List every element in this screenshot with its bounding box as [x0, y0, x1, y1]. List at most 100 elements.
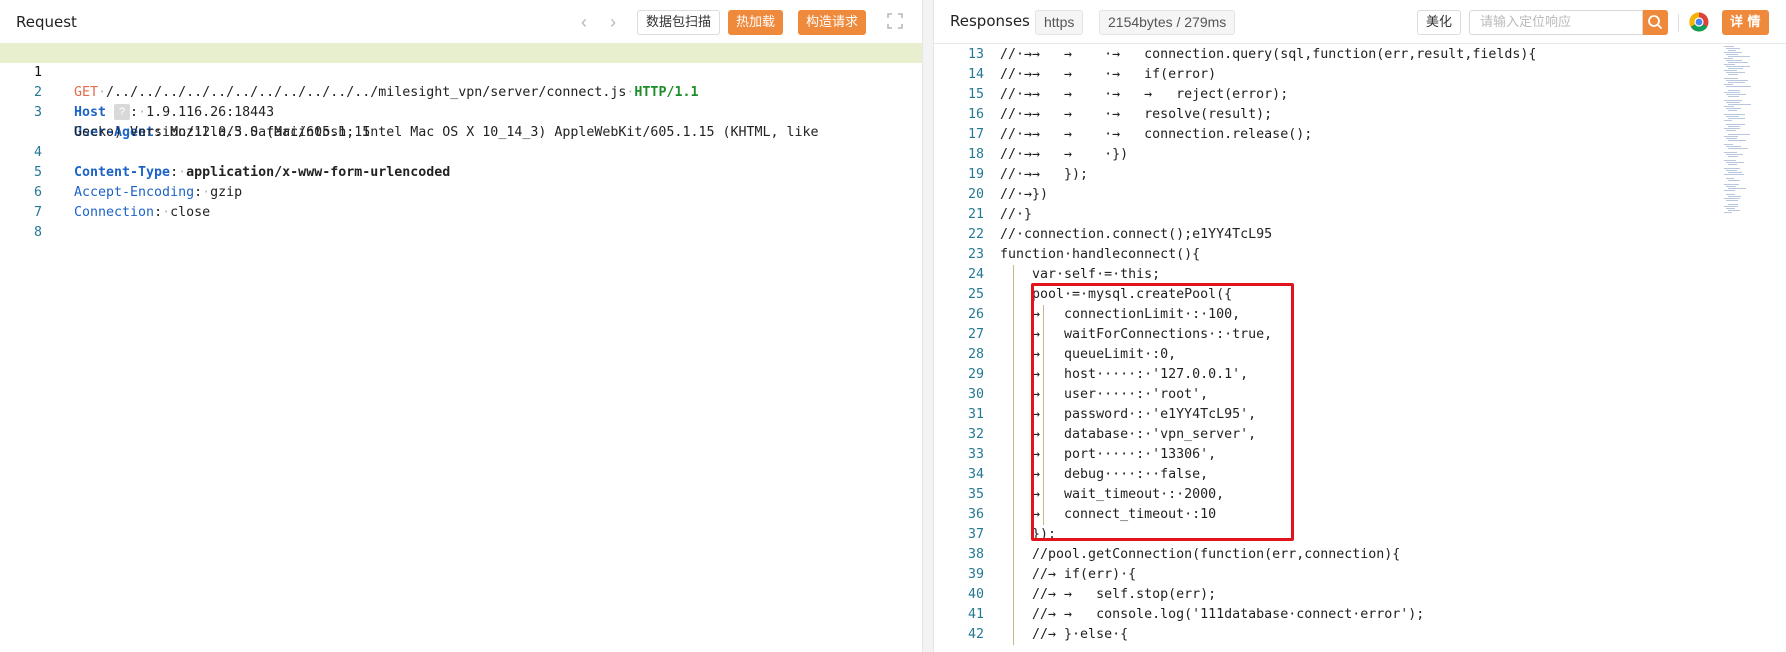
response-editor[interactable]: 13 //·→→ → ·→ connection.query(sql,functi… [934, 45, 1786, 645]
code-text: //·} [1000, 207, 1033, 222]
code-line: 35 → wait_timeout·:·2000, [934, 485, 1786, 505]
code-line: 26 → connectionLimit·:·100, [934, 305, 1786, 325]
line-number: 42 [967, 627, 984, 642]
code-line: 29 → host·····:·'127.0.0.1', [934, 365, 1786, 385]
minimap-line [1726, 138, 1737, 139]
code-text: //·→→ → ·→ → reject(error); [1000, 87, 1289, 102]
minimap-line [1728, 110, 1737, 111]
line-number: 13 [967, 47, 984, 62]
code-line: 30 → user·····:·'root', [934, 385, 1786, 405]
code-line: 33 → port·····:·'13306', [934, 445, 1786, 465]
header-line-accept-encoding: 5 Accept-Encoding:·gzip [0, 143, 922, 200]
line-number: 26 [967, 307, 984, 322]
code-text: //·→}) [1000, 187, 1049, 202]
minimap-line [1724, 58, 1733, 59]
code-line: 32 → database·:·'vpn_server', [934, 425, 1786, 445]
expand-icon[interactable] [886, 12, 904, 30]
code-line: 20 //·→}) [934, 185, 1786, 205]
minimap-line [1724, 78, 1738, 79]
code-text: //→ → console.log('111database·connect·e… [1000, 607, 1425, 622]
response-title: Responses [950, 12, 1030, 30]
code-text: pool·=·mysql.createPool({ [1000, 287, 1233, 302]
code-text: //·connection.connect();e1YY4TcL95 [1000, 227, 1273, 242]
line-number: 34 [967, 467, 984, 482]
minimap-line [1728, 172, 1742, 173]
chrome-icon[interactable] [1689, 12, 1709, 32]
minimap-line [1726, 54, 1738, 55]
line-number: 21 [967, 207, 984, 222]
code-text: → host·····:·'127.0.0.1', [1000, 367, 1249, 382]
line-number: 31 [967, 407, 984, 422]
code-text: → connectionLimit·:·100, [1000, 307, 1241, 322]
code-line: 34 → debug····:··false, [934, 465, 1786, 485]
search-icon[interactable] [1643, 10, 1668, 35]
code-line: 22 //·connection.connect();e1YY4TcL95 [934, 225, 1786, 245]
minimap-line [1728, 96, 1739, 97]
code-text: → user·····:·'root', [1000, 387, 1209, 402]
minimap-line [1726, 86, 1751, 87]
line-number: 24 [967, 267, 984, 282]
minimap-line [1724, 184, 1739, 185]
code-text: //·→→ }); [1000, 167, 1089, 182]
panel-splitter[interactable] [922, 0, 934, 652]
minimap-line [1726, 48, 1740, 49]
minimap-line [1728, 180, 1740, 181]
minimap-line [1726, 154, 1743, 155]
code-text: //·→→ → ·}) [1000, 147, 1129, 162]
details-button[interactable]: 详 情 [1722, 10, 1769, 35]
header-line-content-type: 4 Content-Type:·application/x-www-form-u… [0, 123, 922, 180]
request-editor[interactable]: 1 GET·/../../../../../../../../../../../… [0, 43, 922, 240]
minimap-line [1728, 50, 1736, 51]
code-line: 14 //·→→ → ·→ if(error) [934, 65, 1786, 85]
minimap-line [1728, 204, 1738, 205]
packet-scan-button[interactable]: 数据包扫描 [637, 10, 721, 35]
minimap-line [1724, 160, 1736, 161]
minimap-line [1724, 128, 1740, 129]
minimap-line [1724, 106, 1734, 107]
line-number: 22 [967, 227, 984, 242]
minimap-line [1728, 156, 1738, 157]
minimap-line [1724, 120, 1732, 121]
code-minimap[interactable] [1720, 44, 1786, 652]
minimap-line [1726, 80, 1748, 81]
minimap-line [1724, 144, 1733, 145]
divider [1678, 14, 1679, 32]
size-time-badge: 2154bytes / 279ms [1099, 10, 1236, 35]
code-line: 23 function·handleconnect(){ [934, 245, 1786, 265]
minimap-line [1728, 82, 1745, 83]
line-number: 28 [967, 347, 984, 362]
next-arrow-icon[interactable]: › [603, 10, 623, 34]
code-text: → password·:·'e1YY4TcL95', [1000, 407, 1257, 422]
line-number: 39 [967, 567, 984, 582]
header-line-host: 2 Host ?:·1.9.116.26:18443 [0, 63, 922, 120]
code-text: var·self·=·this; [1000, 267, 1161, 282]
minimap-line [1724, 52, 1742, 53]
search-input[interactable] [1469, 10, 1643, 35]
code-text: → connect_timeout·:10 [1000, 507, 1217, 522]
minimap-line [1728, 210, 1740, 211]
code-text: //·→→ → ·→ if(error) [1000, 67, 1217, 82]
code-line: 37 }); [934, 525, 1786, 545]
prev-arrow-icon[interactable]: ‹ [574, 10, 594, 34]
request-toolbar: Request ‹ › 数据包扫描 热加载 构造请求 [0, 0, 922, 44]
minimap-line [1724, 198, 1740, 199]
minimap-line [1724, 152, 1737, 153]
minimap-line [1724, 136, 1738, 137]
minimap-line [1728, 56, 1750, 57]
minimap-line [1724, 168, 1740, 169]
header-line-user-agent: 3 User-Agent:·Mozilla/5.0 (Macintosh; In… [0, 83, 922, 140]
line-number: 27 [967, 327, 984, 342]
header-line-connection: 6 Connection:·close [0, 163, 922, 220]
line-number: 16 [967, 107, 984, 122]
beautify-button[interactable]: 美化 [1417, 10, 1462, 35]
minimap-line [1728, 126, 1740, 127]
minimap-line [1726, 116, 1739, 117]
build-request-button[interactable]: 构造请求 [798, 10, 867, 35]
hot-load-button[interactable]: 热加载 [728, 10, 784, 35]
code-line: 13 //·→→ → ·→ connection.query(sql,functi… [934, 45, 1786, 65]
line-number: 35 [967, 487, 984, 502]
request-panel: Request ‹ › 数据包扫描 热加载 构造请求 1 GET·/../../… [0, 0, 922, 652]
line-number: 23 [967, 247, 984, 262]
code-text: function·handleconnect(){ [1000, 247, 1201, 262]
code-text: → port·····:·'13306', [1000, 447, 1217, 462]
